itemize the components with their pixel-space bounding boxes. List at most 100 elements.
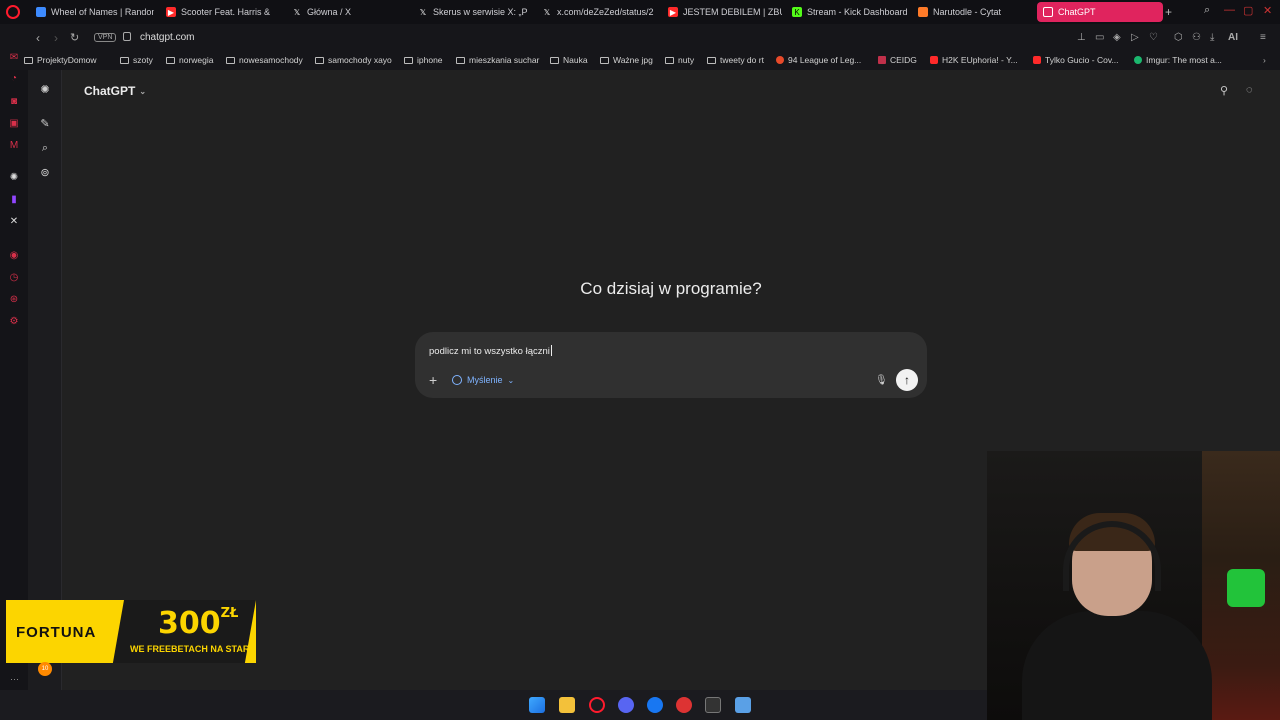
vpn-badge[interactable]: VPN	[94, 33, 117, 42]
bookmark-folder[interactable]: Ważne jpg	[600, 55, 653, 65]
text-caret	[550, 345, 552, 356]
bookmark-folder[interactable]: iphone	[404, 55, 443, 65]
reload-icon[interactable]: ↻	[70, 31, 79, 44]
add-attachment-icon[interactable]: +	[429, 372, 437, 388]
model-selector[interactable]: ChatGPT ⌄	[84, 84, 146, 98]
send-button[interactable]: ↑	[896, 369, 918, 391]
maximize-icon[interactable]: ▢	[1243, 4, 1253, 17]
pin-icon[interactable]: ⊥	[1077, 32, 1086, 43]
tab-strip: Wheel of Names | Random ▶ Scooter Feat. H…	[0, 0, 1280, 24]
bookmark-folder[interactable]: nuty	[665, 55, 694, 65]
folder-icon	[315, 56, 324, 64]
download-icon[interactable]: ⤓	[1210, 32, 1214, 43]
prompt-input[interactable]: podlicz mi to wszystko łączni	[429, 345, 552, 357]
bookmark-h2k[interactable]: H2K EUphoria! - Y...	[930, 55, 1018, 65]
bookmark-folder[interactable]: norwegia	[166, 55, 214, 65]
folder-icon	[226, 56, 235, 64]
youtube-icon	[1033, 56, 1041, 64]
bookmark-league[interactable]: 94 League of Leg...	[776, 55, 861, 65]
extensions-icon[interactable]: ⬡	[1174, 32, 1183, 43]
aria-ai-button[interactable]: AI	[1228, 32, 1238, 43]
imgur-icon	[1134, 56, 1142, 64]
settings-icon[interactable]: ⚙	[8, 316, 20, 328]
messenger-icon[interactable]: ✉	[8, 52, 20, 64]
flow-icon[interactable]: ⊛	[8, 294, 20, 306]
notepad-icon[interactable]	[735, 697, 751, 713]
opera-icon[interactable]	[589, 697, 605, 713]
temporary-chat-icon[interactable]: ◌	[1246, 84, 1253, 96]
bookmark-folder[interactable]: Nauka	[550, 55, 588, 65]
thinking-mode-button[interactable]: Myślenie ⌄	[452, 375, 514, 385]
lock-icon[interactable]	[123, 32, 131, 41]
page-title: Co dzisiaj w programie?	[580, 279, 762, 298]
profile-icon[interactable]: ⚇	[1192, 32, 1201, 43]
obs-icon[interactable]	[676, 697, 692, 713]
twitch-icon[interactable]: ▮	[8, 194, 20, 206]
folder-icon	[24, 56, 33, 64]
tab-x-status[interactable]: 𝕏x.com/deZeZed/status/2	[536, 2, 656, 22]
folder-icon	[550, 56, 559, 64]
openai-logo-icon[interactable]: ✺	[38, 83, 52, 97]
bookmark-folder[interactable]: szoty	[120, 55, 153, 65]
bookmark-folder[interactable]: ProjektyDomow	[24, 55, 97, 65]
close-icon[interactable]: ✕	[1263, 4, 1272, 17]
more-options-icon[interactable]: ···	[10, 674, 19, 684]
forward-arrow-icon[interactable]: ›	[54, 31, 58, 45]
chatgpt-rail: ✺ ✎ ⌕ ⊚	[28, 70, 62, 690]
bag-icon[interactable]: ◙	[8, 96, 20, 108]
windows-start-icon[interactable]	[529, 697, 545, 713]
gmail-icon[interactable]: M	[8, 140, 20, 152]
discord-icon[interactable]	[618, 697, 634, 713]
bookmark-folder[interactable]: samochody xayo	[315, 55, 392, 65]
minimize-icon[interactable]: —	[1224, 4, 1235, 16]
tab-favicon-icon	[36, 7, 46, 17]
bookmark-imgur[interactable]: Imgur: The most a...	[1134, 55, 1222, 65]
search-tabs-icon[interactable]: ⌕	[1204, 4, 1210, 17]
opera-logo-icon[interactable]	[6, 5, 20, 19]
play-icon[interactable]: ▷	[1131, 32, 1139, 43]
account-icon[interactable]: ⚲	[1220, 84, 1228, 97]
tab-chatgpt[interactable]: ChatGPT	[1037, 2, 1163, 22]
tab-x-home[interactable]: 𝕏 Główna / X	[286, 2, 406, 22]
tab-kick-dashboard[interactable]: K Stream - Kick Dashboard	[786, 2, 908, 22]
microphone-icon[interactable]: 🎙︎	[875, 375, 888, 386]
youtube-icon: ▶	[668, 7, 678, 17]
chatgpt-icon	[1043, 7, 1053, 17]
tab-x-skerus[interactable]: 𝕏 Skerus w serwisie X: „P	[412, 2, 532, 22]
bookmark-folder[interactable]: tweety do rt	[707, 55, 764, 65]
facebook-icon[interactable]	[647, 697, 663, 713]
bookmark-ceidg[interactable]: CEIDG	[878, 55, 917, 65]
bookmark-folder[interactable]: nowesamochody	[226, 55, 303, 65]
shield-icon[interactable]: ◈	[1113, 32, 1121, 43]
url-field[interactable]: chatgpt.com	[140, 32, 194, 43]
thinking-icon	[452, 375, 462, 385]
bookmark-gucio[interactable]: Tylko Gucio - Cov...	[1033, 55, 1119, 65]
webcam-overlay	[987, 451, 1280, 720]
prompt-composer[interactable]: podlicz mi to wszystko łączni + Myślenie…	[415, 332, 927, 398]
tab-scooter[interactable]: ▶ Scooter Feat. Harris &	[160, 2, 280, 22]
file-explorer-icon[interactable]	[559, 697, 575, 713]
library-icon[interactable]: ⊚	[38, 166, 52, 180]
history-icon[interactable]: ◔	[8, 73, 20, 85]
back-arrow-icon[interactable]: ‹	[36, 31, 40, 45]
bookmark-folder[interactable]: mieszkania suchar	[456, 55, 539, 65]
chatgpt-sidebar-icon[interactable]: ✺	[8, 172, 20, 184]
tv-icon[interactable]: ▣	[8, 118, 20, 130]
bookmarks-more-icon[interactable]: ›	[1263, 55, 1266, 65]
clock-icon[interactable]: ◷	[8, 272, 20, 284]
new-chat-icon[interactable]: ✎	[38, 117, 52, 131]
terminal-icon[interactable]	[705, 697, 721, 713]
heart-icon[interactable]: ♡	[1149, 32, 1158, 43]
tab-narutodle[interactable]: Narutodle - Cytat	[912, 2, 1032, 22]
player-icon[interactable]: ◉	[8, 250, 20, 262]
tab-wheel-of-names[interactable]: Wheel of Names | Random	[30, 2, 154, 22]
narutodle-icon	[918, 7, 928, 17]
x-icon: 𝕏	[293, 7, 301, 17]
x-sidebar-icon[interactable]: ✕	[8, 216, 20, 228]
folder-icon	[456, 56, 465, 64]
menu-icon[interactable]: ≡	[1260, 32, 1266, 43]
search-icon[interactable]: ⌕	[38, 141, 52, 155]
tab-jestem-debilem[interactable]: ▶ JESTEM DEBILEM | ZBUD	[662, 2, 782, 22]
snapshot-icon[interactable]: ▭	[1095, 32, 1104, 43]
new-tab-plus-icon[interactable]: +	[1165, 5, 1172, 19]
